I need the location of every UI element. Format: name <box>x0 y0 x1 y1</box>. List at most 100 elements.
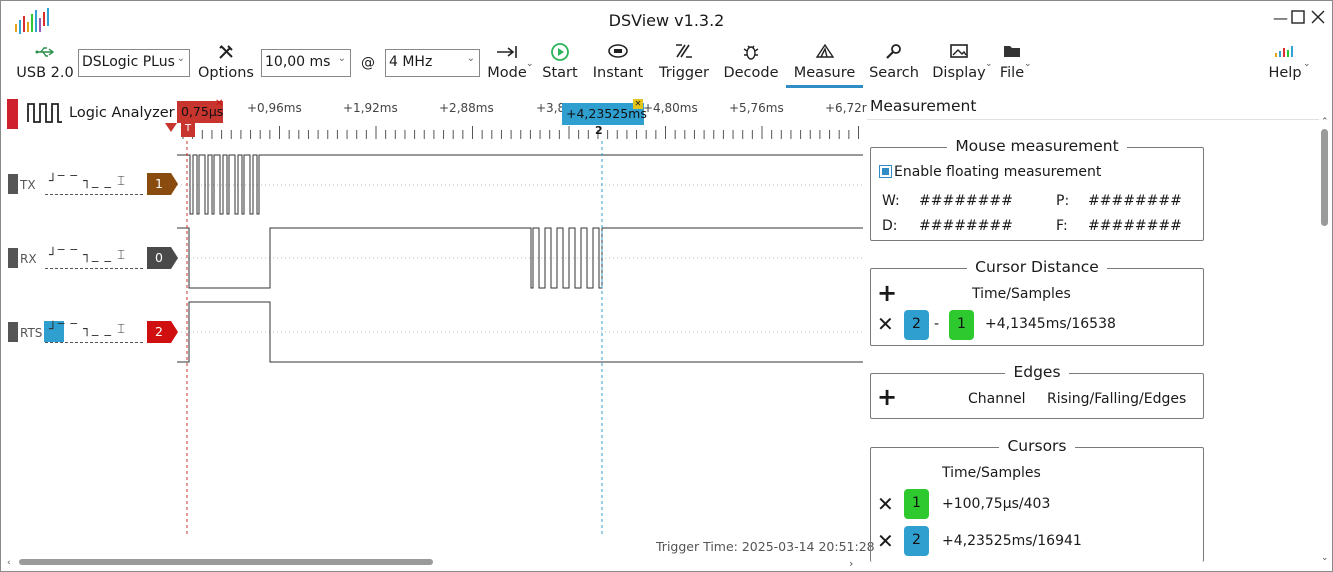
usb-status: USB 2.0 <box>15 43 75 81</box>
wrench-icon <box>195 43 257 65</box>
duration-select[interactable]: 10,00 ms ⌄ <box>261 49 351 77</box>
distance-value: +4,1345ms/16538 <box>985 316 1116 332</box>
logic-analyzer-icon <box>27 103 62 123</box>
enable-floating-checkbox[interactable] <box>879 165 892 178</box>
remove-icon[interactable]: ✕ <box>877 529 894 553</box>
display-button[interactable]: Display <box>931 43 987 81</box>
scrollbar-thumb[interactable] <box>1321 129 1328 226</box>
scroll-down-icon[interactable]: ⌄ <box>1321 553 1329 563</box>
chevron-down-icon: ⌄ <box>526 59 534 69</box>
prism-icon <box>788 43 861 65</box>
image-icon <box>931 43 987 65</box>
chevron-down-icon: ⌄ <box>1303 59 1311 69</box>
channel-number-badge[interactable]: 0 <box>147 247 171 269</box>
remove-icon[interactable]: ✕ <box>877 312 894 336</box>
trigger-underline <box>45 268 143 269</box>
chevron-down-icon: ⌄ <box>466 53 475 64</box>
ruler-label: +5,76ms <box>729 101 784 115</box>
trigger-icon <box>655 43 713 65</box>
usb-icon <box>15 43 75 65</box>
chevron-down-icon: ⌄ <box>985 59 993 69</box>
cursor-id-badge: 2 <box>904 526 929 556</box>
cursor-id-badge: 1 <box>904 489 929 519</box>
scroll-right-icon[interactable]: › <box>849 557 853 570</box>
rx-waveform <box>177 227 863 289</box>
trigger-marker: T <box>181 123 195 137</box>
eye-icon <box>590 43 646 65</box>
decode-button[interactable]: Decode <box>721 43 781 81</box>
maximize-icon[interactable] <box>1291 10 1305 28</box>
add-icon[interactable]: + <box>877 281 897 305</box>
ruler-label: +3,8 <box>536 101 566 115</box>
ruler-label: +2,88ms <box>439 101 494 115</box>
ruler-label: +4,80ms <box>643 101 698 115</box>
column-header: Time/Samples <box>942 465 1041 481</box>
channel-name: RTS <box>20 326 43 340</box>
options-button[interactable]: Options <box>195 43 257 81</box>
time-ruler[interactable]: +0,96ms +1,92ms +2,88ms +3,8 +4,80ms +5,… <box>165 97 869 141</box>
scroll-up-icon[interactable]: ⌃ <box>1321 117 1329 127</box>
measure-active-indicator <box>786 85 863 88</box>
d-label: D: <box>882 218 898 234</box>
channel-color-tab <box>8 322 18 342</box>
cursor-to-selector[interactable]: 1 <box>949 310 974 340</box>
w-label: W: <box>882 193 900 209</box>
analyzer-color-tab <box>7 99 18 129</box>
rts-waveform <box>177 301 863 363</box>
cursor-value: +4,23525ms/16941 <box>942 533 1082 549</box>
trigger-button[interactable]: Trigger <box>655 43 713 81</box>
trigger-underline <box>45 194 143 195</box>
add-icon[interactable]: + <box>877 385 897 409</box>
channel-color-tab <box>8 174 18 194</box>
ruler-label: +6,72r <box>825 101 867 115</box>
tx-waveform <box>177 154 863 215</box>
close-icon[interactable]: ✕ <box>215 98 223 109</box>
divider <box>867 119 1319 120</box>
cursor-from-selector[interactable]: 2 <box>904 310 929 340</box>
trigger-underline <box>45 342 143 343</box>
remove-icon[interactable]: ✕ <box>877 492 894 516</box>
search-button[interactable]: Search <box>867 43 921 81</box>
group-title: Cursor Distance <box>967 258 1107 276</box>
cursor2-flag[interactable]: +4,23525ms <box>562 103 647 125</box>
title-bar: DSView v1.3.2 — <box>1 1 1332 39</box>
channel-number-badge[interactable]: 1 <box>147 173 171 195</box>
w-value: ######## <box>919 193 1013 209</box>
play-circle-icon <box>539 43 581 65</box>
group-title: Edges <box>1005 363 1069 381</box>
help-icon <box>1265 43 1305 65</box>
dash-label: - <box>934 316 940 332</box>
window-title: DSView v1.3.2 <box>608 11 725 30</box>
trigger-options[interactable]: ┘‾ ‾ ┐_ _ ⌶ <box>49 174 126 189</box>
horizontal-scrollbar[interactable]: ‹ › <box>7 557 863 570</box>
trigger-options[interactable]: ┘‾ ‾ ┐_ _ ⌶ <box>49 322 126 337</box>
minimize-icon[interactable]: — <box>1273 9 1288 27</box>
mode-button[interactable]: Mode <box>485 43 529 81</box>
arrow-to-bar-icon <box>485 43 529 65</box>
close-icon[interactable]: ✕ <box>633 99 643 109</box>
channel-name: TX <box>20 178 36 192</box>
group-title: Mouse measurement <box>947 137 1127 155</box>
close-icon[interactable] <box>1310 9 1326 29</box>
p-label: P: <box>1056 193 1070 209</box>
badge-arrow <box>171 247 178 269</box>
trigger-options[interactable]: ┘‾ ‾ ┐_ _ ⌶ <box>49 248 126 263</box>
device-select[interactable]: DSLogic PLus ⌄ <box>78 49 190 77</box>
badge-arrow <box>171 173 178 195</box>
p-value: ######## <box>1088 193 1182 209</box>
at-label: @ <box>361 55 375 71</box>
help-button[interactable]: Help <box>1265 43 1305 81</box>
sample-rate-select[interactable]: 4 MHz ⌄ <box>385 49 480 77</box>
trigger-time: Trigger Time: 2025-03-14 20:51:28 <box>656 539 875 554</box>
group-title: Cursors <box>999 437 1075 455</box>
waveform-canvas[interactable] <box>177 141 863 536</box>
scroll-left-icon[interactable]: ‹ <box>7 559 13 568</box>
measure-button[interactable]: Measure <box>788 43 861 81</box>
channel-number-badge[interactable]: 2 <box>147 321 171 343</box>
measurement-panel-title: Measurement <box>870 97 977 115</box>
scrollbar-thumb[interactable] <box>19 559 433 565</box>
start-button[interactable]: Start <box>539 43 581 81</box>
file-button[interactable]: File <box>997 43 1027 81</box>
channel-color-tab <box>8 248 18 268</box>
instant-button[interactable]: Instant <box>590 43 646 81</box>
